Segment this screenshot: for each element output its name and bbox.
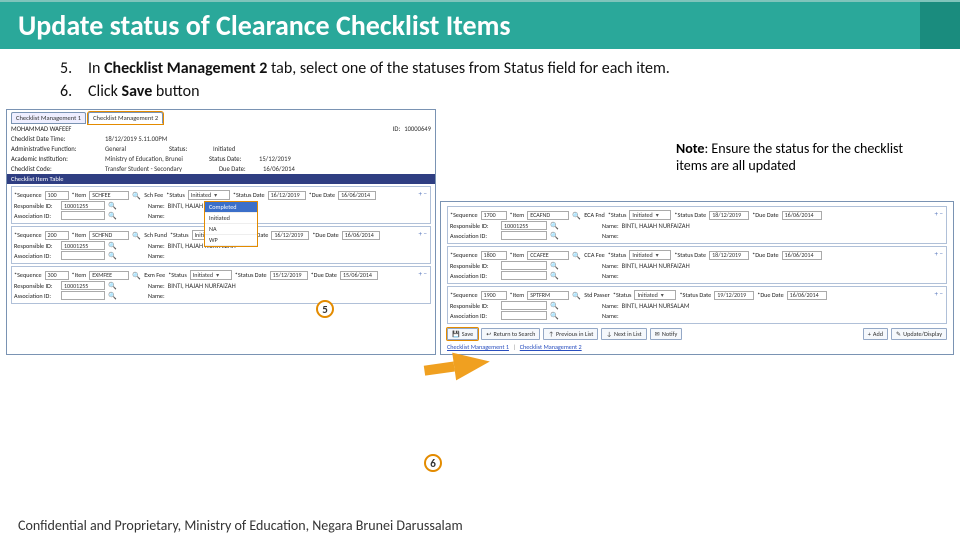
right-panel: + − Sequence1700 ItemECAFND🔍ECA Fnd Stat…: [440, 201, 954, 355]
instruction-5: 5.In Checklist Management 2 tab, select …: [60, 59, 920, 78]
prev-list-button[interactable]: ↑ Previous in List: [543, 328, 598, 340]
button-bar: 💾 Save ↩ Return to Search ↑ Previous in …: [443, 326, 951, 342]
checklist-row-1700: + − Sequence1700 ItemECAFND🔍ECA Fnd Stat…: [447, 206, 947, 244]
arrow-icon: [452, 348, 492, 381]
callout-6: 6: [424, 454, 442, 472]
student-id: 10000649: [404, 125, 431, 133]
notify-button[interactable]: ✉ Notify: [650, 328, 683, 340]
return-search-button[interactable]: ↩ Return to Search: [481, 328, 540, 340]
lookup-icon[interactable]: 🔍: [132, 191, 141, 200]
checklist-row-1800: + − Sequence1800 ItemCCAFEE🔍CCA Fee Stat…: [447, 246, 947, 284]
checklist-row-1900: + − Sequence1900 ItemSPTFRM🔍Std Passer S…: [447, 286, 947, 324]
status-select[interactable]: Initiated: [188, 190, 230, 200]
note-text: Note: Ensure the status for the checklis…: [676, 140, 936, 174]
page-title: Update status of Clearance Checklist Ite…: [0, 2, 960, 49]
student-name: MOHAMMAD WAFEEF: [11, 125, 71, 133]
link-checklist-2[interactable]: Checklist Management 2: [520, 343, 582, 351]
add-button[interactable]: + Add: [863, 328, 888, 340]
footer-text: Confidential and Proprietary, Ministry o…: [18, 517, 463, 534]
left-panel: Checklist Management 1 Checklist Managem…: [6, 109, 436, 355]
save-button[interactable]: 💾 Save: [447, 328, 478, 340]
lookup-icon[interactable]: 🔍: [108, 211, 117, 220]
lookup-icon[interactable]: 🔍: [108, 201, 117, 210]
row-add-remove-icon[interactable]: + −: [418, 189, 427, 198]
tab-checklist-2[interactable]: Checklist Management 2: [88, 112, 163, 124]
tab-checklist-1[interactable]: Checklist Management 1: [11, 112, 86, 124]
update-display-button[interactable]: ✎ Update/Display: [891, 328, 947, 340]
callout-5: 5: [316, 300, 334, 318]
status-dropdown-open[interactable]: Completed Initiated NA WP: [204, 201, 258, 247]
sequence-input[interactable]: 100: [45, 191, 69, 200]
checklist-row-100: + − Sequence100 ItemSCHFEE🔍Sch Fee Statu…: [11, 186, 431, 224]
checklist-table-header: Checklist Item Table: [7, 174, 435, 184]
checklist-row-300: + − Sequence300 ItemEXMFEE🔍Exm Fee Statu…: [11, 266, 431, 304]
item-input[interactable]: SCHFEE: [89, 191, 129, 200]
instruction-list: 5.In Checklist Management 2 tab, select …: [0, 49, 960, 109]
next-list-button[interactable]: ↓ Next in List: [601, 328, 646, 340]
instruction-6: 6.Click Save button: [60, 82, 920, 101]
